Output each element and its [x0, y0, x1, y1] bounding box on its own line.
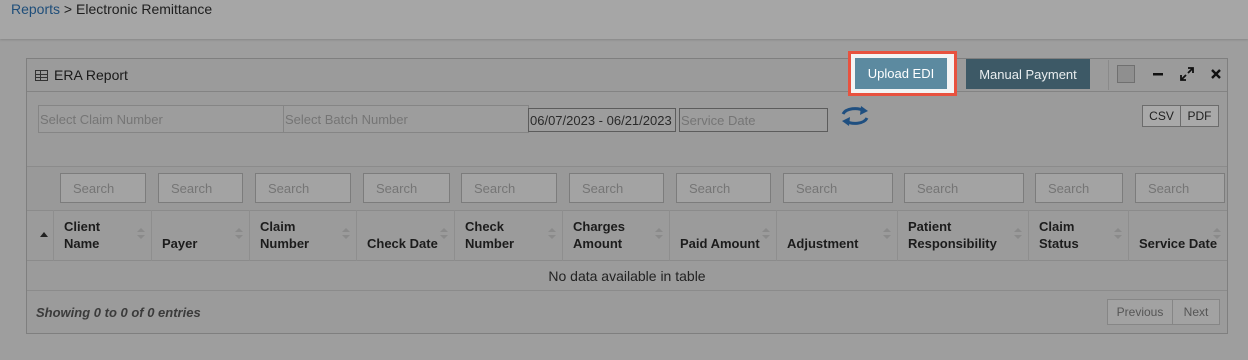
- column-adjustment[interactable]: Adjustment: [777, 210, 898, 261]
- column-charges-amount[interactable]: Charges Amount: [563, 210, 670, 261]
- column-payer[interactable]: Payer: [152, 210, 250, 261]
- column-client-name[interactable]: Client Name: [54, 210, 152, 261]
- sort-icon: [548, 228, 556, 240]
- column-check-date[interactable]: Check Date: [357, 210, 455, 261]
- sort-icon: [342, 228, 350, 240]
- panel-title: ERA Report: [35, 67, 128, 83]
- search-patient-responsibility[interactable]: [904, 173, 1024, 203]
- sort-icon: [1213, 228, 1221, 240]
- manual-payment-button[interactable]: Manual Payment: [966, 59, 1090, 89]
- breadcrumb-current: Electronic Remittance: [76, 1, 213, 17]
- next-page-button[interactable]: Next: [1172, 299, 1220, 325]
- table-icon: [35, 69, 48, 81]
- close-icon[interactable]: [1206, 64, 1226, 84]
- sort-icon: [655, 228, 663, 240]
- search-adjustment[interactable]: [783, 173, 893, 203]
- search-check-date[interactable]: [363, 173, 450, 203]
- sort-icon: [883, 228, 891, 240]
- breadcrumb: Reports > Electronic Remittance: [11, 1, 212, 17]
- sort-asc-icon: [40, 232, 48, 237]
- column-paid-amount[interactable]: Paid Amount: [670, 210, 777, 261]
- column-patient-responsibility[interactable]: Patient Responsibility: [898, 210, 1029, 261]
- sort-icon: [235, 228, 243, 240]
- search-charges-amount[interactable]: [569, 173, 664, 203]
- sort-icon: [762, 228, 770, 240]
- sort-icon: [137, 228, 145, 240]
- column-check-number[interactable]: Check Number: [455, 210, 563, 261]
- minimize-icon[interactable]: [1148, 64, 1168, 84]
- sort-icon: [1014, 228, 1022, 240]
- date-range-input[interactable]: [528, 108, 676, 132]
- column-service-date[interactable]: Service Date: [1129, 210, 1227, 261]
- batch-number-select[interactable]: [283, 105, 529, 133]
- search-payer[interactable]: [158, 173, 243, 203]
- row-sort-column[interactable]: [27, 210, 54, 261]
- table-info: Showing 0 to 0 of 0 entries: [36, 305, 201, 320]
- empty-table-message: No data available in table: [27, 262, 1227, 291]
- search-paid-amount[interactable]: [676, 173, 771, 203]
- sort-icon: [1114, 228, 1122, 240]
- panel-title-text: ERA Report: [54, 67, 128, 83]
- header-divider: [1108, 60, 1109, 90]
- export-csv-button[interactable]: CSV: [1142, 105, 1181, 127]
- export-pdf-button[interactable]: PDF: [1180, 105, 1219, 127]
- claim-number-select[interactable]: [38, 105, 284, 133]
- search-client-name[interactable]: [60, 173, 146, 203]
- breadcrumb-reports-link[interactable]: Reports: [11, 1, 60, 17]
- sort-icon: [440, 228, 448, 240]
- upload-edi-button[interactable]: Upload EDI: [855, 58, 947, 89]
- previous-page-button[interactable]: Previous: [1107, 299, 1173, 325]
- panel-color-toggle[interactable]: [1117, 65, 1135, 83]
- search-check-number[interactable]: [461, 173, 557, 203]
- search-claim-status[interactable]: [1035, 173, 1123, 203]
- search-service-date[interactable]: [1135, 173, 1225, 203]
- service-date-input[interactable]: [679, 108, 828, 132]
- refresh-icon[interactable]: [840, 105, 870, 127]
- column-claim-number[interactable]: Claim Number: [250, 210, 357, 261]
- column-claim-status[interactable]: Claim Status: [1029, 210, 1129, 261]
- search-claim-number[interactable]: [255, 173, 351, 203]
- breadcrumb-separator: >: [60, 1, 76, 17]
- fullscreen-icon[interactable]: [1177, 64, 1197, 84]
